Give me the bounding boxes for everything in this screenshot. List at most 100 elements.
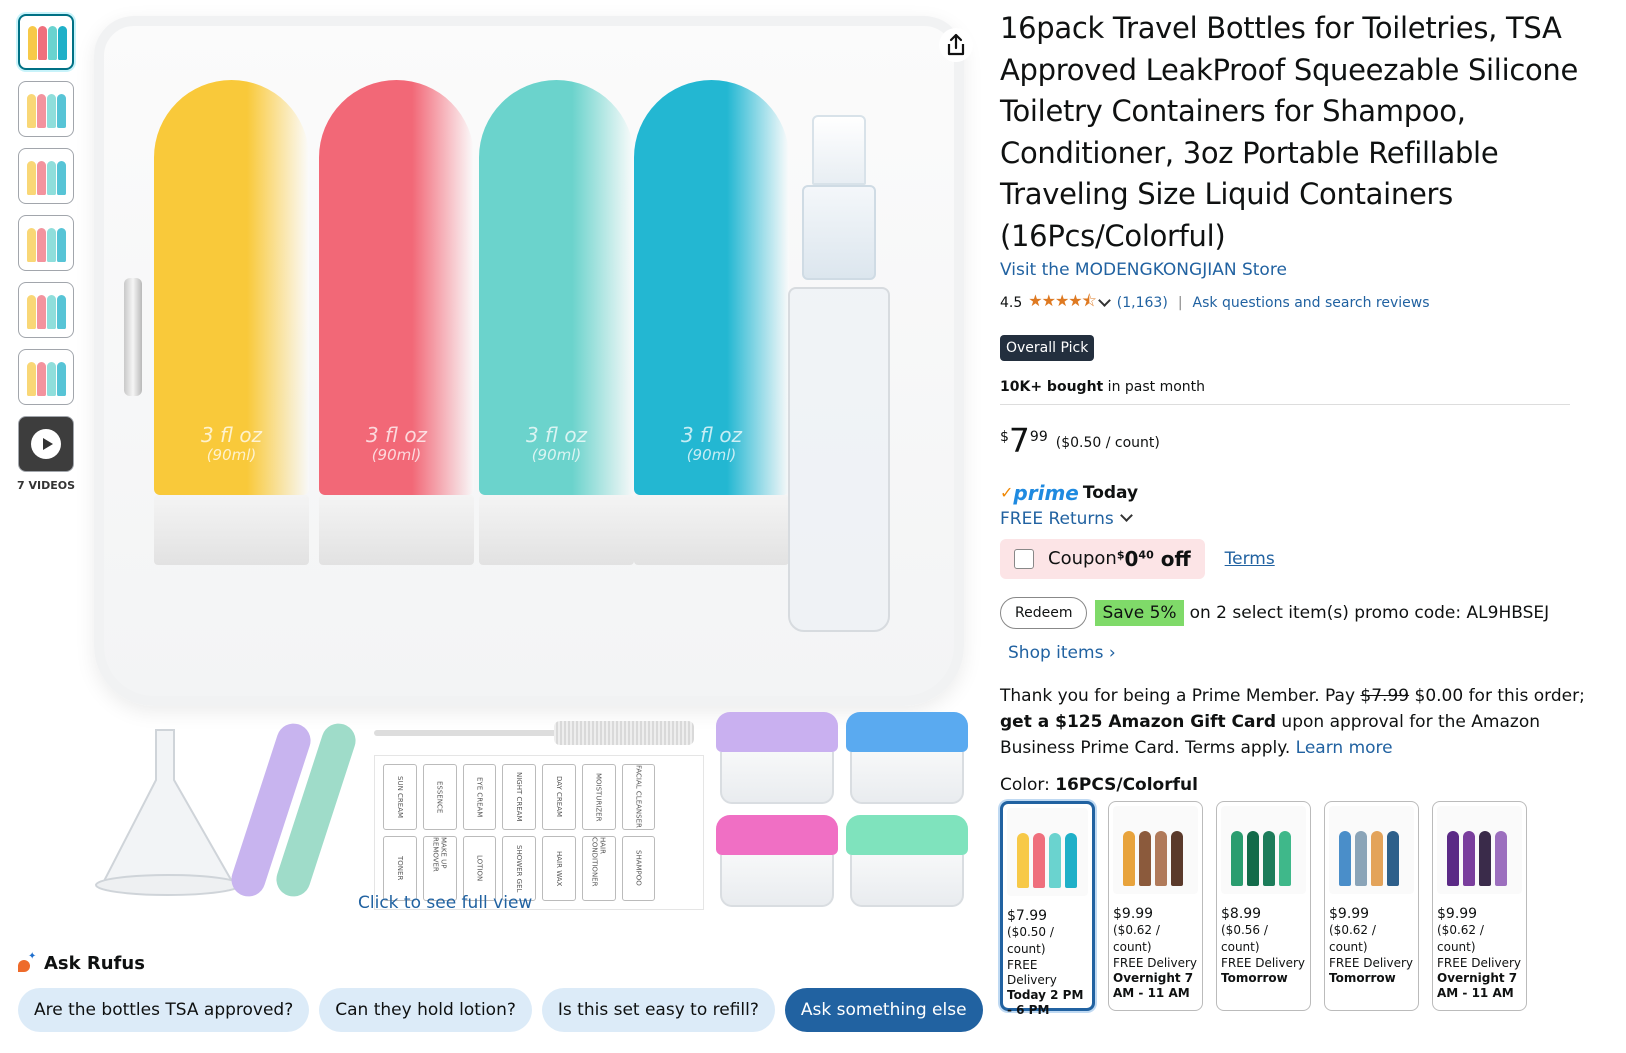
prime-card-offer: Thank you for being a Prime Member. Pay … [1000,685,1585,758]
thumbnail-bottle [37,94,46,128]
jar-blue [846,712,968,804]
swatch-bottle [1371,830,1383,886]
thumbnail-rail: 7 VIDEOS [16,14,75,492]
rufus-title: Ask Rufus [44,953,145,974]
swatch-image [1113,805,1198,894]
chevron-down-icon [1119,509,1133,522]
spray-bottle [784,115,894,635]
star-rating-icon[interactable]: ★★★★⯪ [1028,290,1097,317]
divider [1000,403,1570,405]
thumbnail-bottle [47,161,56,195]
swatch-option[interactable]: $7.99 ($0.50 / count) FREE Delivery Toda… [1000,800,1095,1017]
swatch-option[interactable]: $9.99 ($0.62 / count) FREE Delivery Tomo… [1324,800,1419,1011]
ask-questions-link[interactable]: Ask questions and search reviews [1193,295,1430,311]
swatch-bottle [1279,830,1291,886]
thumbnail-bottle [57,228,66,262]
swatch-bottle [1033,832,1045,888]
swatch-bottle [1247,830,1259,886]
rufus-icon [18,951,36,973]
thumbnail-bottle [28,26,37,60]
thumbnail-bottle [47,228,56,262]
free-returns-link[interactable]: FREE Returns [1000,509,1620,529]
swatch-bottle [1049,832,1061,888]
thumbnail-6[interactable] [18,349,74,405]
swatch-option[interactable]: $9.99 ($0.62 / count) FREE Delivery Over… [1432,800,1527,1011]
zipper-pull [124,278,142,396]
thumbnail-bottle [58,26,67,60]
swatch-image [1329,805,1414,894]
bottle-mint: 3 fl oz (90ml) [479,80,634,625]
jar-mint [846,815,968,907]
swatch-bottle [1155,830,1167,886]
bottle-teal: 3 fl oz (90ml) [634,80,789,625]
thumbnail-2[interactable] [18,81,74,137]
coupon-row: Coupon $040 off Terms [1000,538,1620,579]
thumbnail-3[interactable] [18,148,74,204]
swatch-bottle [1263,830,1275,886]
see-full-view-link[interactable]: Click to see full view [358,893,532,913]
accessories-row: SUN CREAM ESSENCE EYE CREAM NIGHT CREAM … [84,710,984,910]
review-count-link[interactable]: (1,163) [1117,295,1168,311]
swatch-image [1437,805,1522,894]
jar-lavender [716,712,838,804]
swatch-bottle [1447,830,1459,886]
shop-items-link[interactable]: Shop items › [1008,643,1620,663]
chevron-down-icon[interactable] [1097,293,1111,307]
thumbnail-bottle [47,295,56,329]
rating-row: 4.5 ★★★★⯪ (1,163) | Ask questions and se… [1000,290,1620,317]
thumbnail-bottle [37,295,46,329]
thumbnail-bottle [47,94,56,128]
thumbnail-1[interactable] [18,14,74,70]
swatch-option[interactable]: $9.99 ($0.62 / count) FREE Delivery Over… [1108,800,1203,1011]
main-product-image[interactable]: 3 fl oz (90ml) 3 fl oz (90ml) 3 fl oz (90ml… [84,10,984,945]
swatch-bottle [1479,830,1491,886]
swatch-bottle [1139,830,1151,886]
rufus-chips: Are the bottles TSA approved? Can they h… [18,988,983,1032]
coupon-box[interactable]: Coupon $040 off [1000,538,1205,579]
thumbnail-bottle [37,161,46,195]
overall-pick-badge: Overall Pick [1000,334,1095,361]
ask-something-else-button[interactable]: Ask something else [784,988,983,1032]
thumbnail-bottle [37,228,46,262]
thumbnail-5[interactable] [18,282,74,338]
play-icon [31,429,61,459]
thumbnail-bottle [27,161,36,195]
coupon-terms-link[interactable]: Terms [1225,549,1275,569]
product-details: 16pack Travel Bottles for Toiletries, TS… [1000,8,1620,1017]
swatch-bottle [1495,830,1507,886]
rufus-chip-lotion[interactable]: Can they hold lotion? [319,988,532,1032]
thumbnail-video[interactable] [18,416,74,472]
bottle-yellow: 3 fl oz (90ml) [154,80,309,625]
redeem-button[interactable]: Redeem [1000,596,1088,629]
thumbnail-bottle [27,362,36,396]
color-selector-label: Color: 16PCS/Colorful [1000,774,1198,795]
rufus-chip-tsa[interactable]: Are the bottles TSA approved? [18,988,310,1032]
prime-check-icon: ✓ [1000,483,1014,503]
store-link[interactable]: Visit the MODENGKONGJIAN Store [1000,260,1620,280]
promo-text: on 2 select item(s) promo code: AL9HBSEJ [1189,602,1550,623]
thumbnail-bottle [27,228,36,262]
swatch-bottle [1387,830,1399,886]
unit-price: ($0.50 / count) [1055,434,1160,451]
thumbnail-bottle [48,26,57,60]
bought-past-month: 10K+ bought in past month [1000,378,1206,395]
swatch-bottle [1171,830,1183,886]
prime-badge: ✓ prime Today [1000,480,1139,505]
rufus-chip-refill[interactable]: Is this set easy to refill? [541,988,775,1032]
swatch-bottle [1017,832,1029,888]
bottle-pink: 3 fl oz (90ml) [319,80,474,625]
videos-label: 7 VIDEOS [16,479,75,492]
thumbnail-bottle [57,94,66,128]
thumbnail-bottle [57,362,66,396]
swatch-option[interactable]: $8.99 ($0.56 / count) FREE Delivery Tomo… [1216,800,1311,1011]
swatch-image [1007,807,1088,896]
thumbnail-4[interactable] [18,215,74,271]
cleaning-brush [374,721,694,745]
swatch-bottle [1463,830,1475,886]
swatch-bottle [1065,832,1077,888]
learn-more-link[interactable]: Learn more [1296,738,1393,758]
price: $ 7 99 ($0.50 / count) [1000,420,1160,460]
coupon-checkbox[interactable] [1014,548,1034,569]
share-icon[interactable] [939,28,973,62]
thumbnail-bottle [47,362,56,396]
